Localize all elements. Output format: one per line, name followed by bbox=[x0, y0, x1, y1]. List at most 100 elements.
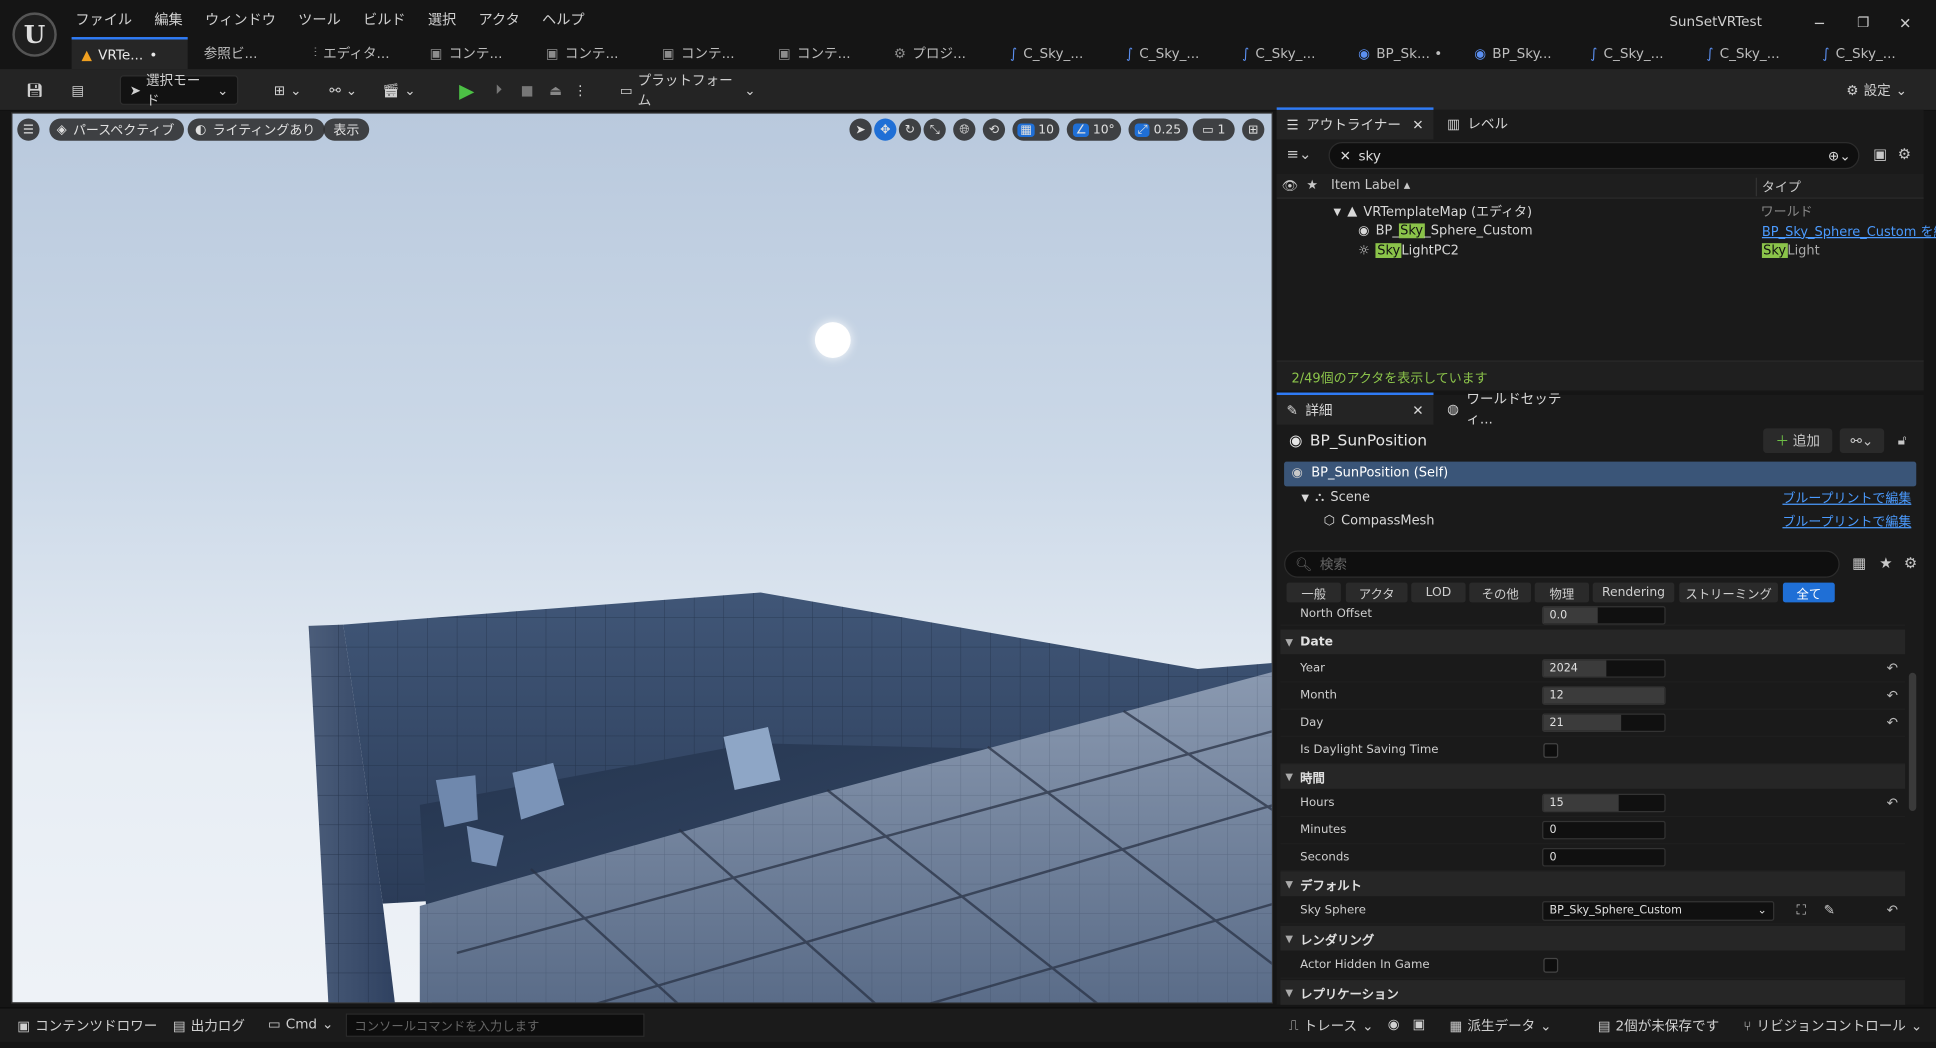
settings-button[interactable]: ⚙ 設定 ⌄ bbox=[1840, 75, 1914, 105]
reset-arrow-icon[interactable]: ↶ bbox=[1887, 715, 1898, 731]
perspective-button[interactable]: ◈ パースペクティブ bbox=[49, 118, 185, 141]
viewport-menu-icon[interactable]: ☰ bbox=[17, 118, 40, 141]
rotation-snap-toggle[interactable]: ∠ 10° bbox=[1066, 118, 1122, 141]
favorites-star-icon[interactable]: ★ bbox=[1879, 554, 1892, 571]
sky-sphere-dropdown[interactable]: BP_Sky_Sphere_Custom ⌄ bbox=[1542, 900, 1775, 921]
visibility-eye-icon[interactable]: 👁︎ bbox=[1282, 178, 1298, 194]
menu-tools[interactable]: ツール bbox=[287, 10, 352, 30]
eyedropper-icon[interactable]: ✎ bbox=[1824, 902, 1835, 918]
filter-all[interactable]: 全て bbox=[1782, 582, 1835, 603]
north-offset-input[interactable]: 0.0 bbox=[1542, 606, 1666, 625]
play-button[interactable]: ▶ bbox=[454, 75, 479, 105]
maximize-viewport-icon[interactable]: ⊞ bbox=[1242, 118, 1265, 141]
clear-search-icon[interactable]: ✕ bbox=[1340, 148, 1351, 164]
hidden-in-game-checkbox[interactable] bbox=[1543, 957, 1559, 973]
console-command-input[interactable]: コンソールコマンドを入力します bbox=[345, 1013, 645, 1037]
scale-tool-icon[interactable]: ⤡ bbox=[923, 118, 946, 141]
eject-button[interactable]: ⏏ bbox=[543, 75, 568, 105]
lighting-button[interactable]: ◐ ライティングあり bbox=[187, 118, 326, 141]
tab-content-1[interactable]: ▣ コンテ... bbox=[420, 37, 536, 69]
reset-arrow-icon[interactable]: ↶ bbox=[1887, 902, 1898, 918]
tab-world-settings[interactable]: ◍ ワールドセッティ... bbox=[1437, 391, 1585, 427]
section-default[interactable]: ▼ デフォルト bbox=[1280, 871, 1906, 897]
daylight-saving-checkbox[interactable] bbox=[1543, 742, 1559, 758]
outliner-settings-icon[interactable]: ⚙ bbox=[1898, 146, 1911, 163]
table-view-icon[interactable]: ▦ bbox=[1852, 554, 1866, 571]
minimize-button[interactable]: ─ bbox=[1815, 15, 1824, 32]
platform-dropdown[interactable]: ▭ プラットフォーム ⌄ bbox=[620, 73, 756, 109]
add-filter-icon[interactable]: ⊕⌄ bbox=[1828, 148, 1851, 164]
details-settings-icon[interactable]: ⚙ bbox=[1904, 554, 1917, 571]
browse-content-icon[interactable]: ▤ bbox=[64, 75, 91, 105]
record-icon[interactable]: ◉ bbox=[1388, 1016, 1400, 1032]
grid-snap-toggle[interactable]: ▦ 10 bbox=[1012, 118, 1060, 141]
outliner-row-skylight[interactable]: ☼ SkyLightPC2 SkyLight bbox=[1358, 241, 1923, 261]
tab-content-2[interactable]: ▣ コンテ... bbox=[536, 37, 652, 69]
close-button[interactable]: ✕ bbox=[1899, 15, 1911, 32]
filter-rendering[interactable]: Rendering bbox=[1592, 582, 1675, 603]
browse-asset-icon[interactable]: ⛶ bbox=[1796, 902, 1806, 919]
outliner-world-row[interactable]: ▼ ▲ VRTemplateMap (エディタ) ワールド bbox=[1333, 201, 1923, 221]
component-row-compassmesh[interactable]: ⬡ CompassMesh ブループリントで編集 bbox=[1324, 511, 1914, 531]
component-row-scene[interactable]: ▼ ⛬ Scene ブループリントで編集 bbox=[1301, 488, 1913, 508]
filter-streaming[interactable]: ストリーミング bbox=[1679, 582, 1778, 603]
filter-lod[interactable]: LOD bbox=[1411, 582, 1466, 603]
menu-window[interactable]: ウィンドウ bbox=[194, 10, 287, 30]
derived-data-dropdown[interactable]: ▦ 派生データ ⌄ bbox=[1450, 1016, 1552, 1036]
menu-build[interactable]: ビルド bbox=[352, 10, 417, 30]
show-button[interactable]: 表示 bbox=[323, 118, 370, 141]
tab-content-4[interactable]: ▣ コンテ... bbox=[768, 37, 884, 69]
add-folder-icon[interactable]: ▣ bbox=[1873, 146, 1887, 163]
filter-other[interactable]: その他 bbox=[1469, 582, 1532, 603]
play-options-button[interactable]: ⋮ bbox=[572, 75, 589, 105]
seconds-input[interactable]: 0 bbox=[1542, 848, 1666, 867]
edit-blueprint-link[interactable]: BP_Sky_Sphere_Custom を編 bbox=[1762, 222, 1936, 241]
world-space-icon[interactable]: 🌐︎ bbox=[953, 118, 976, 141]
tab-curve-6[interactable]: ∫ C_Sky_... bbox=[1813, 37, 1929, 69]
hours-input[interactable]: 15 bbox=[1542, 793, 1666, 813]
section-replication[interactable]: ▼ レプリケーション bbox=[1280, 980, 1906, 1005]
restore-button[interactable]: ❐ bbox=[1857, 15, 1869, 31]
select-mode-dropdown[interactable]: ➤ 選択モード ⌄ bbox=[119, 73, 239, 109]
tab-details[interactable]: ✎ 詳細 ✕ bbox=[1276, 392, 1434, 425]
section-time[interactable]: ▼ 時間 bbox=[1280, 764, 1906, 789]
details-search-input[interactable]: 🔍︎ 検索 bbox=[1284, 550, 1840, 578]
stop-button[interactable]: ■ bbox=[515, 75, 540, 105]
content-drawer-button[interactable]: ▣ コンテンツドロワー bbox=[17, 1016, 157, 1036]
day-input[interactable]: 21 bbox=[1542, 713, 1666, 732]
lock-icon[interactable]: 🔓︎ bbox=[1898, 432, 1907, 449]
outliner-search-input[interactable]: ✕ sky ⊕⌄ bbox=[1328, 141, 1860, 170]
reset-arrow-icon[interactable]: ↶ bbox=[1887, 795, 1898, 811]
screenshot-icon[interactable]: ▣ bbox=[1412, 1016, 1425, 1032]
add-actor-button[interactable]: ⊞ ⌄ bbox=[267, 75, 309, 105]
expand-triangle-icon[interactable]: ▼ bbox=[1333, 206, 1341, 217]
reset-arrow-icon[interactable]: ↶ bbox=[1887, 688, 1898, 704]
rotate-tool-icon[interactable]: ↻ bbox=[898, 118, 922, 141]
trace-dropdown[interactable]: ⎍ トレース ⌄ bbox=[1289, 1016, 1373, 1036]
minutes-input[interactable]: 0 bbox=[1542, 820, 1666, 840]
details-scrollbar[interactable] bbox=[1908, 672, 1917, 812]
tab-curve-1[interactable]: ∫ C_Sky_... bbox=[1000, 37, 1116, 69]
tab-reference-viewer[interactable]: 参照ビ... bbox=[188, 37, 304, 69]
surface-snap-icon[interactable]: ⟲ bbox=[982, 118, 1006, 141]
menu-help[interactable]: ヘルプ bbox=[531, 10, 596, 30]
menu-file[interactable]: ファイル bbox=[64, 10, 143, 30]
camera-speed-button[interactable]: ▭ 1 bbox=[1192, 118, 1235, 141]
month-input[interactable]: 12 bbox=[1542, 686, 1666, 705]
filter-actor[interactable]: アクタ bbox=[1345, 582, 1408, 603]
tab-blueprint-1[interactable]: ◉ BP_Sk... • bbox=[1348, 37, 1464, 69]
filter-physics[interactable]: 物理 bbox=[1534, 582, 1590, 603]
filter-icon[interactable]: ≡⌄ bbox=[1287, 146, 1312, 163]
year-input[interactable]: 2024 bbox=[1542, 659, 1666, 678]
pin-star-icon[interactable]: ★ bbox=[1306, 178, 1318, 193]
tab-curve-3[interactable]: ∫ C_Sky_... bbox=[1232, 37, 1348, 69]
tab-outliner[interactable]: ☰ アウトライナー ✕ bbox=[1276, 107, 1434, 140]
menu-select[interactable]: 選択 bbox=[417, 10, 468, 30]
menu-edit[interactable]: 編集 bbox=[143, 10, 194, 30]
scale-snap-toggle[interactable]: ⤢ 0.25 bbox=[1128, 118, 1188, 141]
filter-general[interactable]: 一般 bbox=[1286, 582, 1341, 603]
tab-curve-5[interactable]: ∫ C_Sky_... bbox=[1696, 37, 1812, 69]
col-type[interactable]: タイプ bbox=[1755, 177, 1801, 197]
outliner-row-sky-sphere[interactable]: ◉ BP_Sky_Sphere_Custom BP_Sky_Sphere_Cus… bbox=[1358, 221, 1936, 241]
section-date[interactable]: ▼ Date bbox=[1280, 629, 1906, 655]
